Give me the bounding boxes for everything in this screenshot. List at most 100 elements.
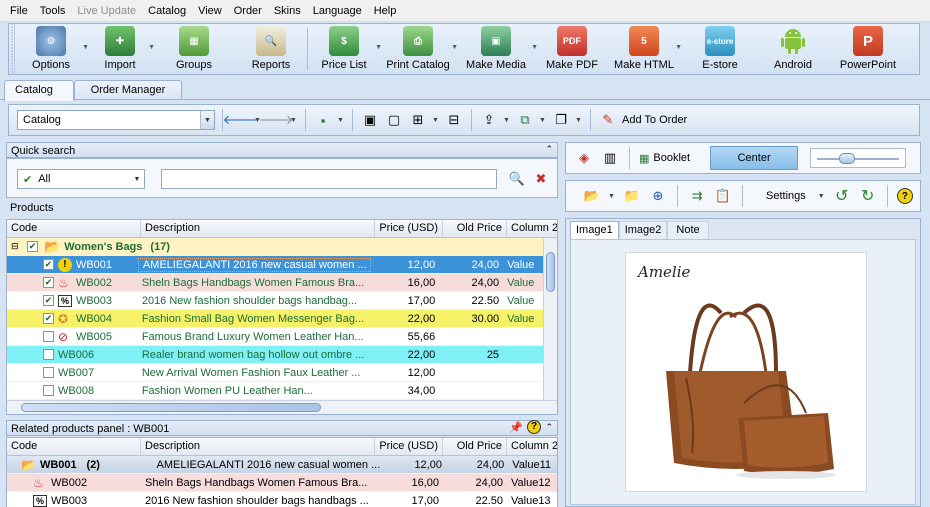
price-list-button[interactable]: $ Price List ▼ [308, 24, 382, 74]
forward-arrow-icon[interactable]: 🡒 [259, 110, 294, 130]
menu-order[interactable]: Order [228, 5, 268, 17]
table-row[interactable]: WB006 Realer brand women bag hollow out … [7, 346, 543, 364]
search-input[interactable] [161, 169, 497, 189]
settings-button[interactable]: Settings [766, 190, 806, 202]
select-all-icon[interactable]: ▣ [360, 110, 380, 130]
center-button[interactable]: Center [710, 146, 799, 170]
pin-icon[interactable]: 📌 [509, 421, 523, 434]
table-row[interactable]: ✔ % WB003 2016 New fashion shoulder bags… [7, 292, 543, 310]
column-code[interactable]: Code [7, 438, 141, 455]
open-folder-icon[interactable]: 📂 [582, 186, 602, 206]
row-checkbox[interactable] [43, 349, 54, 360]
menu-catalog[interactable]: Catalog [142, 5, 192, 17]
back-arrow-icon[interactable]: 🡐 [223, 110, 258, 130]
menu-skins[interactable]: Skins [268, 5, 307, 17]
booklet-button[interactable]: ▦ Booklet [639, 152, 690, 165]
row-checkbox[interactable]: ✔ [43, 277, 54, 288]
copy-icon[interactable]: ⧉ [515, 110, 535, 130]
estore-button[interactable]: e-store E-store [680, 24, 760, 74]
column-2[interactable]: Column 2 [507, 220, 557, 237]
print-catalog-button[interactable]: ⎙ Print Catalog ▼ [380, 24, 458, 74]
chevron-down-icon[interactable]: ▼ [575, 117, 583, 124]
import-button[interactable]: ✚ Import ▼ [87, 24, 155, 74]
groups-button[interactable]: ▦ Groups [153, 24, 235, 74]
column-price[interactable]: Price (USD) [375, 220, 443, 237]
make-media-button[interactable]: ▣ Make Media ▼ [456, 24, 538, 74]
horizontal-scrollbar[interactable] [7, 400, 557, 414]
menu-view[interactable]: View [192, 5, 228, 17]
collapse-icon[interactable]: ⊟ [11, 241, 23, 252]
export-icon[interactable]: ⇪ [479, 110, 499, 130]
search-icon[interactable]: 🔍 [507, 169, 527, 189]
row-checkbox[interactable] [43, 331, 54, 342]
column-old-price[interactable]: Old Price [443, 220, 507, 237]
chevron-down-icon[interactable]: ▼ [200, 111, 214, 129]
link-icon[interactable]: ⇉ [687, 186, 707, 206]
row-checkbox[interactable] [43, 367, 54, 378]
chevron-down-icon[interactable]: ▼ [818, 193, 826, 200]
scroll-thumb[interactable] [21, 403, 321, 412]
related-row[interactable]: % WB003 2016 New fashion shoulder bags h… [7, 492, 557, 507]
options-button[interactable]: ⚙ Options ▼ [15, 24, 89, 74]
table-row[interactable]: WB007 New Arrival Women Fashion Faux Lea… [7, 364, 543, 382]
tab-order-manager[interactable]: Order Manager [74, 80, 182, 100]
chevron-down-icon[interactable]: ▼ [608, 193, 616, 200]
related-group-row[interactable]: 📂 WB001 (2) AMELIEGALANTI 2016 new casua… [7, 456, 557, 474]
collapse-icon[interactable]: ⌃ [545, 422, 553, 433]
related-row[interactable]: ♨ WB002 Sheln Bags Handbags Women Famous… [7, 474, 557, 492]
chevron-down-icon[interactable]: ▼ [432, 117, 440, 124]
rotate-left-icon[interactable]: ↺ [832, 186, 852, 206]
layout-icon[interactable]: ▥ [600, 148, 620, 168]
slider-thumb[interactable] [839, 153, 856, 164]
tab-image1[interactable]: Image1 [570, 221, 619, 239]
tab-catalog[interactable]: Catalog [4, 80, 74, 101]
group-row[interactable]: ⊟ ✔ 📂 Women's Bags (17) [7, 238, 543, 256]
table-row[interactable]: WB008 Fashion Women PU Leather Han... 34… [7, 382, 543, 400]
catalog-select[interactable]: Catalog ▼ [17, 110, 215, 130]
column-code[interactable]: Code [7, 220, 141, 237]
remove-item-icon[interactable]: ⊟ [444, 110, 464, 130]
table-row[interactable]: ✔ ✪ WB004 Fashion Small Bag Women Messen… [7, 310, 543, 328]
chevron-down-icon[interactable]: ▼ [503, 117, 511, 124]
column-description[interactable]: Description [141, 220, 375, 237]
column-2[interactable]: Column 2 [507, 438, 557, 455]
powerpoint-button[interactable]: P PowerPoint [826, 24, 910, 74]
column-description[interactable]: Description [141, 438, 375, 455]
table-row[interactable]: ✔ ♨ WB002 Sheln Bags Handbags Women Famo… [7, 274, 543, 292]
help-icon[interactable]: ? [896, 188, 913, 204]
menu-tools[interactable]: Tools [34, 5, 72, 17]
group-checkbox[interactable]: ✔ [27, 241, 38, 252]
save-icon[interactable]: ▪ [313, 110, 333, 130]
help-icon[interactable]: ? [527, 420, 541, 434]
table-row[interactable]: ⊘ WB005 Famous Brand Luxury Women Leathe… [7, 328, 543, 346]
zoom-slider[interactable] [810, 148, 907, 168]
rotate-right-icon[interactable]: ↻ [858, 186, 878, 206]
vertical-scrollbar[interactable] [543, 238, 557, 400]
deselect-icon[interactable]: ▢ [384, 110, 404, 130]
make-pdf-button[interactable]: PDF Make PDF [536, 24, 608, 74]
duplicate-icon[interactable]: ❐ [551, 110, 571, 130]
row-checkbox[interactable]: ✔ [43, 295, 54, 306]
scroll-thumb[interactable] [546, 252, 555, 292]
chevron-down-icon[interactable]: ▼ [539, 117, 547, 124]
row-checkbox[interactable]: ✔ [43, 259, 54, 270]
chevron-down-icon[interactable]: ▼ [130, 170, 144, 188]
chevron-down-icon[interactable]: ▼ [337, 117, 345, 124]
web-image-icon[interactable]: ⊕ [648, 186, 668, 206]
reports-button[interactable]: 🔍 Reports [235, 24, 307, 74]
row-checkbox[interactable]: ✔ [43, 313, 54, 324]
row-checkbox[interactable] [43, 385, 54, 396]
clear-search-icon[interactable]: ✖ [531, 169, 551, 189]
menu-file[interactable]: File [4, 5, 34, 17]
fit-icon[interactable]: ◈ [574, 148, 594, 168]
menu-help[interactable]: Help [368, 5, 403, 17]
column-old-price[interactable]: Old Price [443, 438, 507, 455]
column-price[interactable]: Price (USD) [375, 438, 443, 455]
tab-note[interactable]: Note [667, 221, 709, 239]
collapse-icon[interactable]: ⌃ [545, 144, 553, 155]
tab-image2[interactable]: Image2 [618, 221, 668, 239]
android-button[interactable]: Android [760, 24, 826, 74]
add-to-order-icon[interactable]: ✎ [598, 110, 618, 130]
filter-select[interactable]: ✔ All ▼ [17, 169, 145, 189]
add-to-order-button[interactable]: Add To Order [622, 114, 687, 126]
